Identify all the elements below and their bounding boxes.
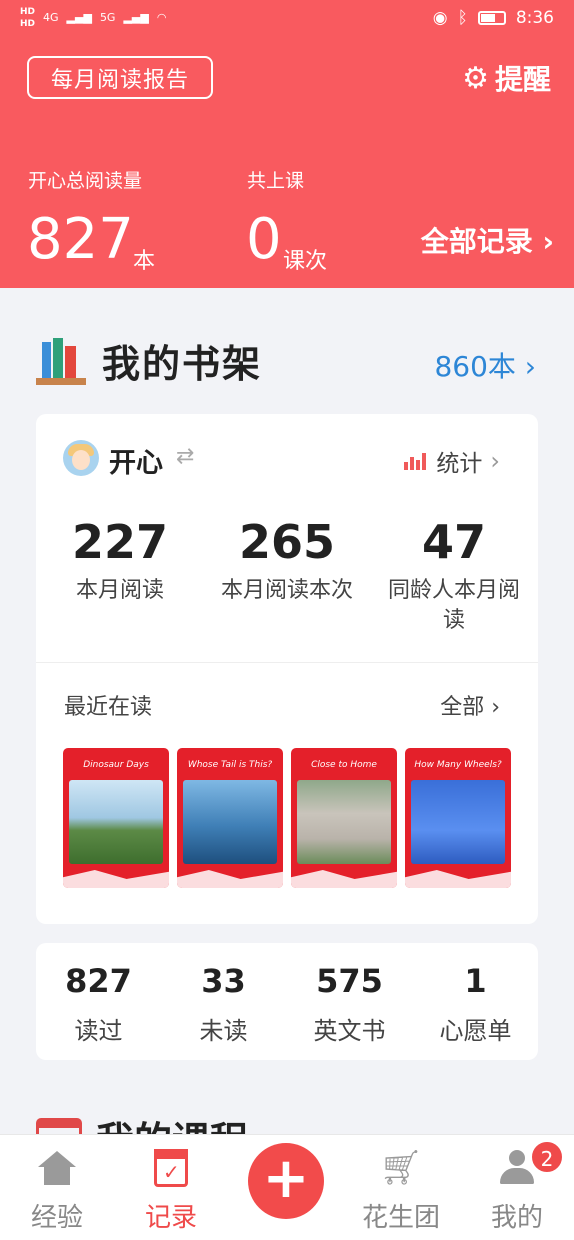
total-reading-label: 开心总阅读量 <box>28 170 143 192</box>
metric-month-reading: 227 本月阅读 <box>36 514 204 606</box>
metric-label: 同龄人本月阅读 <box>387 578 520 633</box>
book-cover[interactable]: Close to Home <box>291 748 397 888</box>
child-reading-card: 开心 ⇄ 统计 › 227 本月阅读 265 本月阅读本次 47 同龄人本月阅读… <box>36 414 538 924</box>
hd-label-1: HD <box>20 7 36 17</box>
all-records-link[interactable]: 全部记录 › <box>421 220 554 260</box>
wifi-icon: ◠ <box>156 11 167 24</box>
book-illustration <box>183 780 277 864</box>
classes-label: 共上课 <box>247 170 305 192</box>
count-read[interactable]: 827 读过 <box>36 961 161 1046</box>
switch-icon[interactable]: ⇄ <box>176 444 194 469</box>
count-wishlist[interactable]: 1 心愿单 <box>413 961 538 1046</box>
recent-reading-label: 最近在读 <box>64 695 153 720</box>
header: HD HD 4G ▂▄▆ 5G ▂▄▆ ◠ ◉ ᛒ 8:36 每月阅读报告 ⚙ … <box>0 0 574 288</box>
book-illustration <box>411 780 505 864</box>
bookshelf-header: 我的书架 <box>36 333 262 388</box>
book-cover[interactable]: Dinosaur Days <box>63 748 169 888</box>
divider <box>36 662 538 663</box>
remind-label: 提醒 <box>494 63 551 96</box>
bookshelf-title: 我的书架 <box>102 342 263 386</box>
count-label: 英文书 <box>313 1017 386 1045</box>
metric-peers-reading: 47 同龄人本月阅读 <box>370 514 538 636</box>
bottom-nav: 经验 记录 + 🛒︎ 花生团 我的 <box>0 1134 574 1240</box>
count-unread[interactable]: 33 未读 <box>161 961 286 1046</box>
total-reading-unit: 本 <box>133 249 156 274</box>
gear-icon: ⚙ <box>462 60 489 96</box>
nav-item-records[interactable]: 记录 <box>116 1143 226 1234</box>
count-value: 575 <box>316 962 383 1000</box>
book-title: How Many Wheels? <box>414 760 502 770</box>
metric-label: 本月阅读 <box>75 578 164 603</box>
person-icon <box>500 1150 534 1186</box>
nav-label: 记录 <box>144 1203 197 1233</box>
monthly-report-button[interactable]: 每月阅读报告 <box>27 56 213 99</box>
signal-icon-2: ▂▄▆ <box>123 11 149 24</box>
cart-icon: 🛒︎ <box>379 1148 423 1188</box>
nav-item-peanut-group[interactable]: 🛒︎ 花生团 <box>346 1143 456 1234</box>
child-name[interactable]: 开心 <box>109 441 163 480</box>
avatar[interactable] <box>63 440 99 476</box>
count-label: 读过 <box>74 1017 123 1045</box>
remind-button[interactable]: ⚙ 提醒 <box>462 58 551 98</box>
status-left: HD HD 4G ▂▄▆ 5G ▂▄▆ ◠ <box>20 6 166 30</box>
count-value: 1 <box>464 962 487 1000</box>
notification-badge: 2 <box>530 1140 564 1174</box>
eye-icon: ◉ <box>432 8 448 28</box>
network-5g: 5G <box>99 11 116 24</box>
classes-value: 0 <box>246 207 282 272</box>
status-right: ◉ ᛒ 8:36 <box>433 8 554 28</box>
nav-label: 经验 <box>30 1203 83 1233</box>
book-title: Dinosaur Days <box>83 760 149 770</box>
count-english-books[interactable]: 575 英文书 <box>287 961 412 1046</box>
home-icon <box>38 1151 76 1185</box>
nav-label: 我的 <box>490 1203 543 1233</box>
book-title: Close to Home <box>311 760 377 770</box>
status-time: 8:36 <box>515 8 554 28</box>
recent-all-link[interactable]: 全部 › <box>440 689 500 721</box>
metric-value: 47 <box>421 515 486 569</box>
nav-label: 花生团 <box>361 1203 440 1233</box>
count-label: 心愿单 <box>439 1017 512 1045</box>
book-title: Whose Tail is This? <box>187 760 273 770</box>
classes-unit: 课次 <box>283 249 328 274</box>
battery-icon <box>477 11 506 25</box>
metric-month-reading-times: 265 本月阅读本次 <box>203 514 371 606</box>
hd-label-2: HD <box>20 19 36 29</box>
status-bar: HD HD 4G ▂▄▆ 5G ▂▄▆ ◠ ◉ ᛒ 8:36 <box>0 0 574 36</box>
add-button[interactable]: + <box>248 1143 324 1219</box>
metric-value: 265 <box>238 515 336 569</box>
bluetooth-icon: ᛒ <box>457 8 468 28</box>
book-cover[interactable]: Whose Tail is This? <box>177 748 283 888</box>
count-value: 827 <box>65 962 132 1000</box>
metric-label: 本月阅读本次 <box>220 578 353 603</box>
signal-icon: ▂▄▆ <box>66 11 92 24</box>
stats-link[interactable]: 统计 › <box>404 444 500 478</box>
chevron-right-icon: › <box>490 447 500 475</box>
book-counts-card: 827 读过 33 未读 575 英文书 1 心愿单 <box>36 943 538 1060</box>
book-illustration <box>69 780 163 864</box>
book-cover[interactable]: How Many Wheels? <box>405 748 511 888</box>
metric-value: 227 <box>71 515 169 569</box>
bookshelf-icon <box>36 336 86 386</box>
total-reading-value: 827 <box>27 207 134 272</box>
network-4g: 4G <box>43 11 59 24</box>
stats-label: 统计 <box>436 451 483 477</box>
book-illustration <box>297 780 391 864</box>
count-label: 未读 <box>199 1017 248 1045</box>
clipboard-icon <box>154 1149 188 1187</box>
nav-item-experience[interactable]: 经验 <box>2 1143 112 1234</box>
bookshelf-count-link[interactable]: 860本 › <box>434 345 536 385</box>
chart-icon <box>404 452 428 470</box>
count-value: 33 <box>201 962 246 1000</box>
